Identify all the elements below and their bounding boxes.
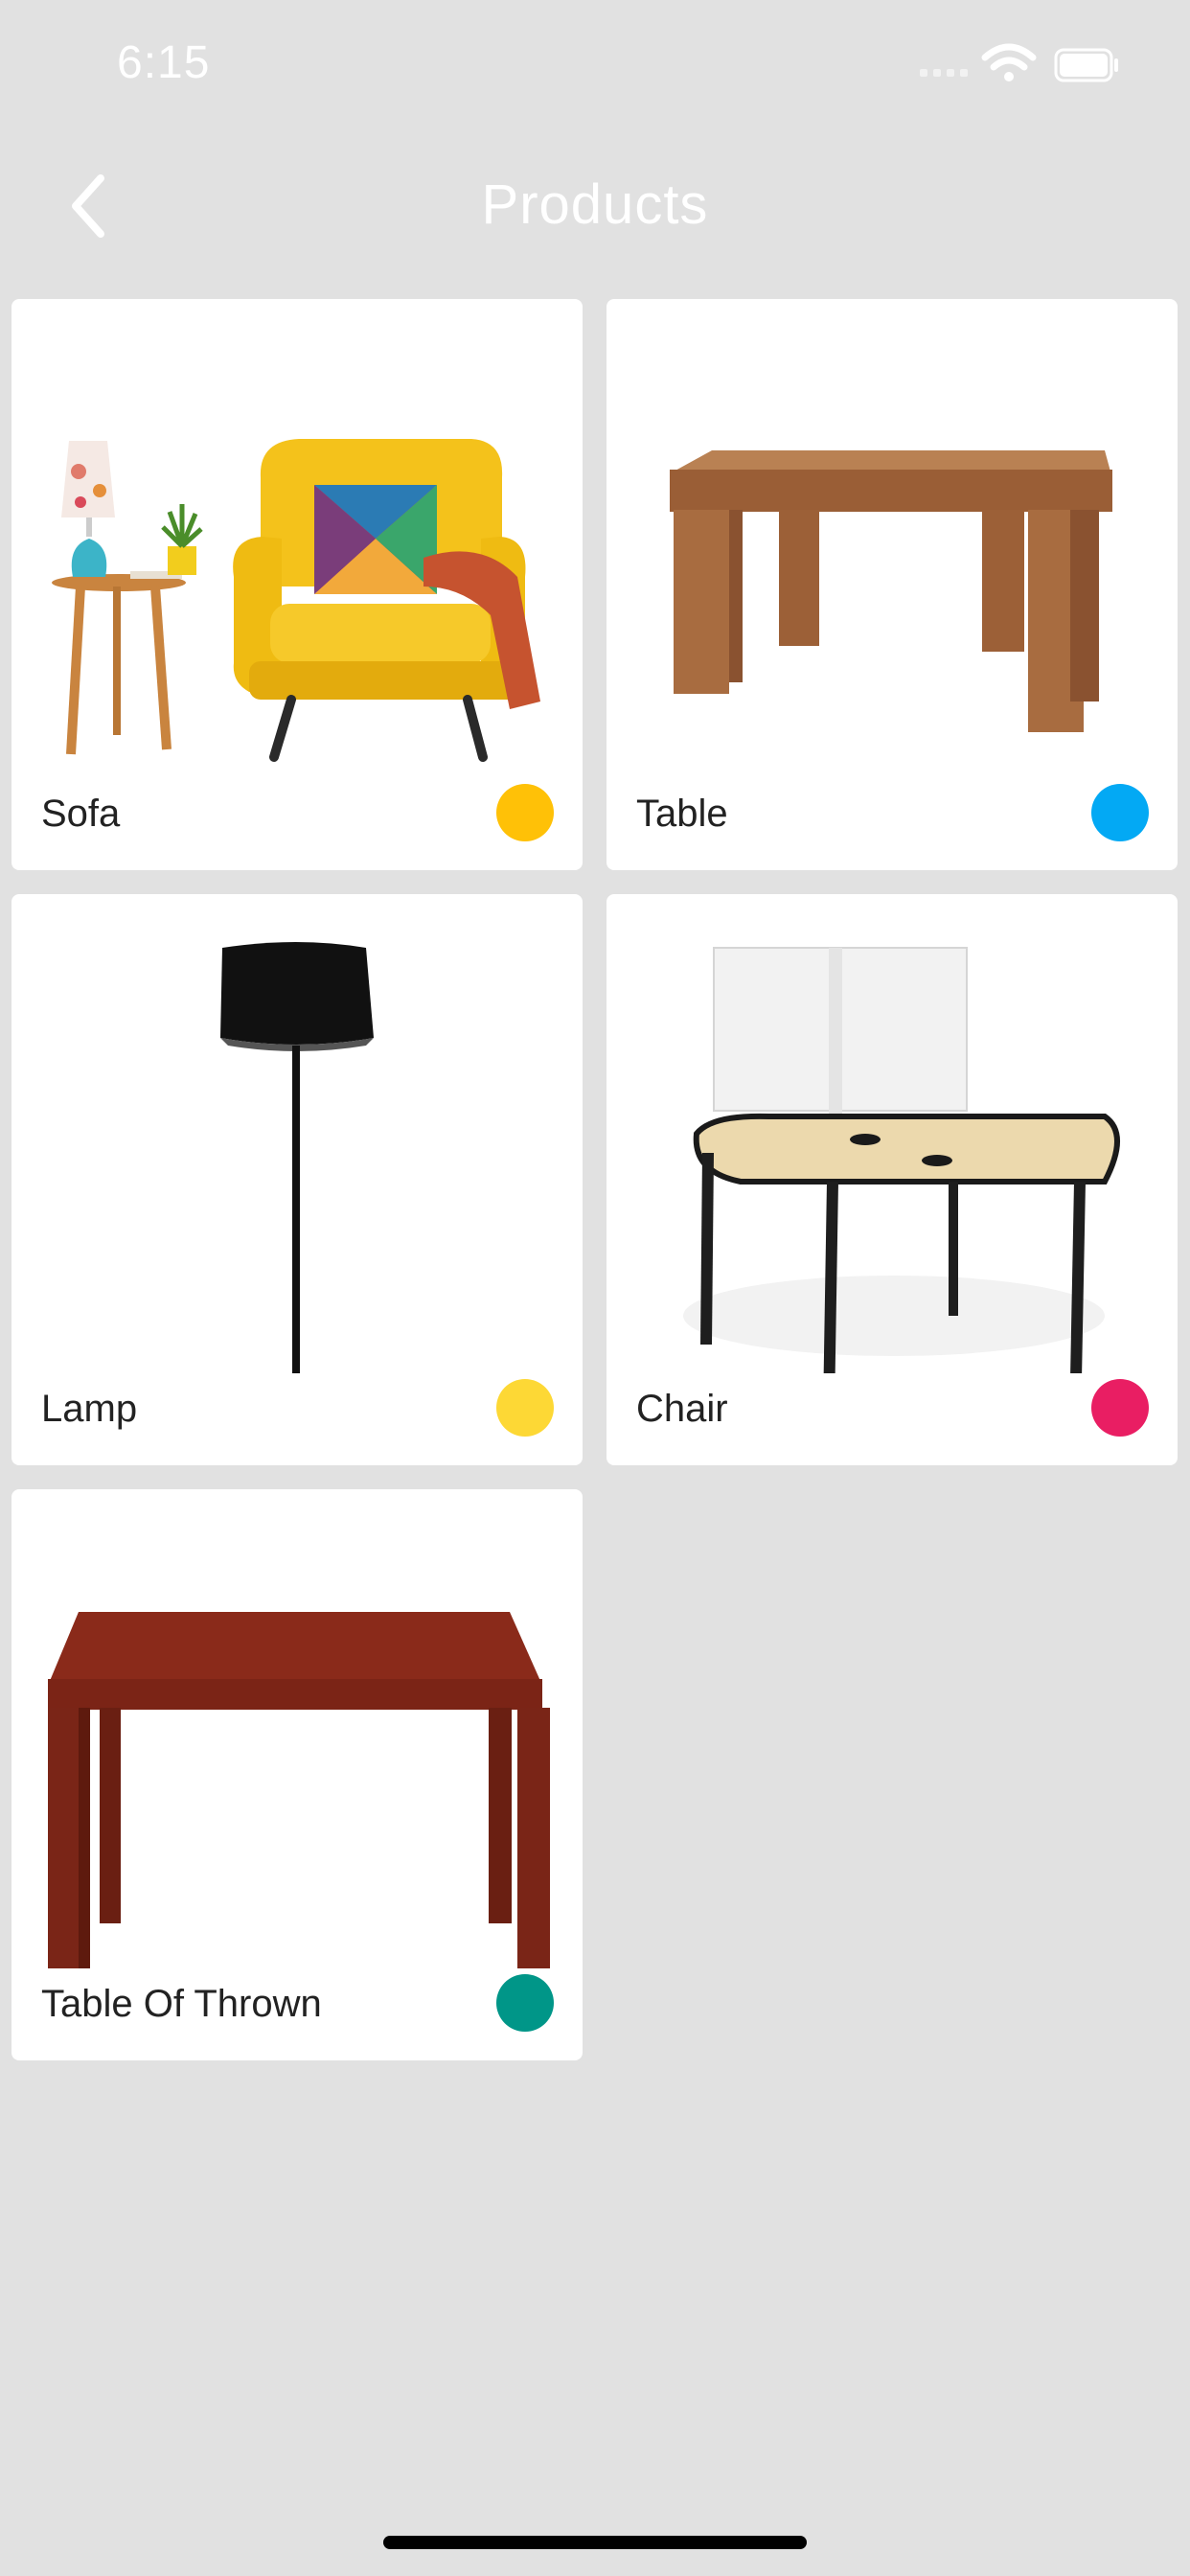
product-card-table[interactable]: Table [606, 299, 1178, 870]
product-color-dot [1091, 1379, 1149, 1437]
office-desk-with-screen-image [683, 947, 1120, 1373]
product-card-chair[interactable]: Chair [606, 894, 1178, 1465]
page-title: Products [481, 173, 709, 236]
product-card-lamp[interactable]: Lamp [11, 894, 583, 1465]
product-label: Sofa [41, 793, 121, 835]
product-label: Chair [636, 1388, 728, 1430]
status-icons [903, 0, 1190, 129]
battery-icon [1054, 48, 1118, 82]
status-bar: 6:15 [0, 0, 1190, 129]
signal-icon [920, 69, 968, 77]
navigation-bar: Products [0, 153, 1190, 259]
product-color-dot [496, 1379, 554, 1437]
status-time: 6:15 [117, 37, 211, 88]
product-color-dot [496, 1974, 554, 2032]
mahogany-table-image [48, 1612, 550, 1968]
product-color-dot [1091, 784, 1149, 841]
wooden-coffee-table-image [670, 450, 1112, 732]
armchair-with-side-table-image [52, 439, 540, 762]
product-label: Lamp [41, 1388, 138, 1430]
product-card-sofa[interactable]: Sofa [11, 299, 583, 870]
product-label: Table Of Thrown [41, 1983, 322, 2025]
home-indicator[interactable] [383, 2536, 807, 2549]
product-label: Table [636, 793, 728, 835]
wifi-icon [981, 43, 1037, 81]
product-card-table-of-thrown[interactable]: Table Of Thrown [11, 1489, 583, 2060]
product-color-dot [496, 784, 554, 841]
black-floor-lamp-image [220, 942, 374, 1373]
